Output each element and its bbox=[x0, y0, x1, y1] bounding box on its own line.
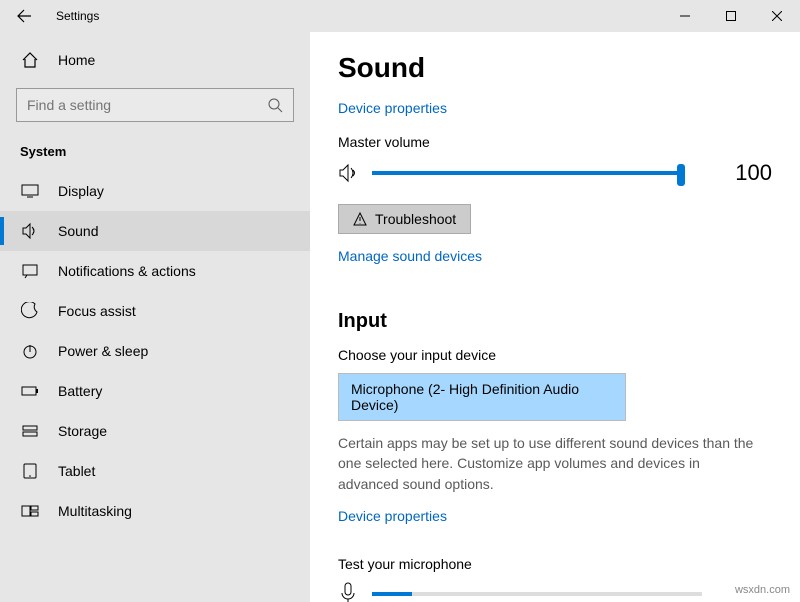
home-icon bbox=[20, 50, 40, 70]
slider-thumb[interactable] bbox=[677, 164, 685, 186]
sidebar-item-focus-assist[interactable]: Focus assist bbox=[0, 291, 310, 331]
sidebar-item-label: Display bbox=[58, 183, 104, 199]
device-properties-link[interactable]: Device properties bbox=[338, 100, 447, 116]
sidebar-item-notifications[interactable]: Notifications & actions bbox=[0, 251, 310, 291]
display-icon bbox=[20, 181, 40, 201]
troubleshoot-button[interactable]: Troubleshoot bbox=[338, 204, 471, 234]
volume-value: 100 bbox=[722, 160, 772, 186]
maximize-button[interactable] bbox=[708, 0, 754, 32]
sidebar-item-label: Battery bbox=[58, 383, 102, 399]
sidebar-home-label: Home bbox=[58, 52, 95, 68]
notifications-icon bbox=[20, 261, 40, 281]
sidebar-item-label: Power & sleep bbox=[58, 343, 148, 359]
microphone-icon bbox=[338, 582, 358, 602]
sidebar-item-sound[interactable]: Sound bbox=[0, 211, 310, 251]
manage-sound-devices-link[interactable]: Manage sound devices bbox=[338, 248, 482, 264]
search-input[interactable] bbox=[27, 97, 267, 113]
tablet-icon bbox=[20, 461, 40, 481]
sidebar-item-display[interactable]: Display bbox=[0, 171, 310, 211]
input-device-properties-link[interactable]: Device properties bbox=[338, 508, 447, 524]
warning-icon bbox=[353, 212, 367, 226]
test-mic-label: Test your microphone bbox=[338, 556, 772, 572]
sidebar-item-label: Tablet bbox=[58, 463, 95, 479]
sidebar-item-label: Multitasking bbox=[58, 503, 132, 519]
sidebar-item-label: Focus assist bbox=[58, 303, 136, 319]
search-icon bbox=[267, 97, 283, 113]
close-icon bbox=[772, 11, 782, 21]
sidebar-item-label: Storage bbox=[58, 423, 107, 439]
choose-input-label: Choose your input device bbox=[338, 347, 772, 363]
battery-icon bbox=[20, 381, 40, 401]
sidebar-item-label: Notifications & actions bbox=[58, 263, 196, 279]
window-title: Settings bbox=[56, 9, 99, 23]
back-button[interactable] bbox=[0, 0, 48, 32]
titlebar: Settings bbox=[0, 0, 800, 32]
search-box[interactable] bbox=[16, 88, 294, 122]
sidebar-item-label: Sound bbox=[58, 223, 98, 239]
troubleshoot-label: Troubleshoot bbox=[375, 211, 456, 227]
arrow-left-icon bbox=[16, 8, 32, 24]
page-title: Sound bbox=[338, 52, 772, 84]
minimize-button[interactable] bbox=[662, 0, 708, 32]
input-device-value: Microphone (2- High Definition Audio Dev… bbox=[351, 381, 613, 413]
maximize-icon bbox=[726, 11, 736, 21]
sidebar-item-power-sleep[interactable]: Power & sleep bbox=[0, 331, 310, 371]
volume-slider[interactable] bbox=[372, 171, 682, 175]
close-button[interactable] bbox=[754, 0, 800, 32]
input-note: Certain apps may be set up to use differ… bbox=[338, 433, 758, 494]
input-device-select[interactable]: Microphone (2- High Definition Audio Dev… bbox=[338, 373, 626, 421]
focus-assist-icon bbox=[20, 301, 40, 321]
sidebar: Home System Display Sound Notifications … bbox=[0, 32, 310, 602]
content: Sound Device properties Master volume 10… bbox=[310, 32, 800, 602]
multitasking-icon bbox=[20, 501, 40, 521]
speaker-icon bbox=[338, 162, 360, 184]
input-heading: Input bbox=[338, 310, 772, 333]
power-icon bbox=[20, 341, 40, 361]
sidebar-item-multitasking[interactable]: Multitasking bbox=[0, 491, 310, 531]
master-volume-label: Master volume bbox=[338, 134, 772, 150]
sound-icon bbox=[20, 221, 40, 241]
mic-level-bar bbox=[372, 592, 702, 596]
sidebar-item-battery[interactable]: Battery bbox=[0, 371, 310, 411]
watermark: wsxdn.com bbox=[735, 584, 790, 596]
sidebar-home[interactable]: Home bbox=[0, 40, 310, 80]
sidebar-item-tablet[interactable]: Tablet bbox=[0, 451, 310, 491]
sidebar-item-storage[interactable]: Storage bbox=[0, 411, 310, 451]
minimize-icon bbox=[680, 11, 690, 21]
storage-icon bbox=[20, 421, 40, 441]
sidebar-section: System bbox=[0, 136, 310, 171]
